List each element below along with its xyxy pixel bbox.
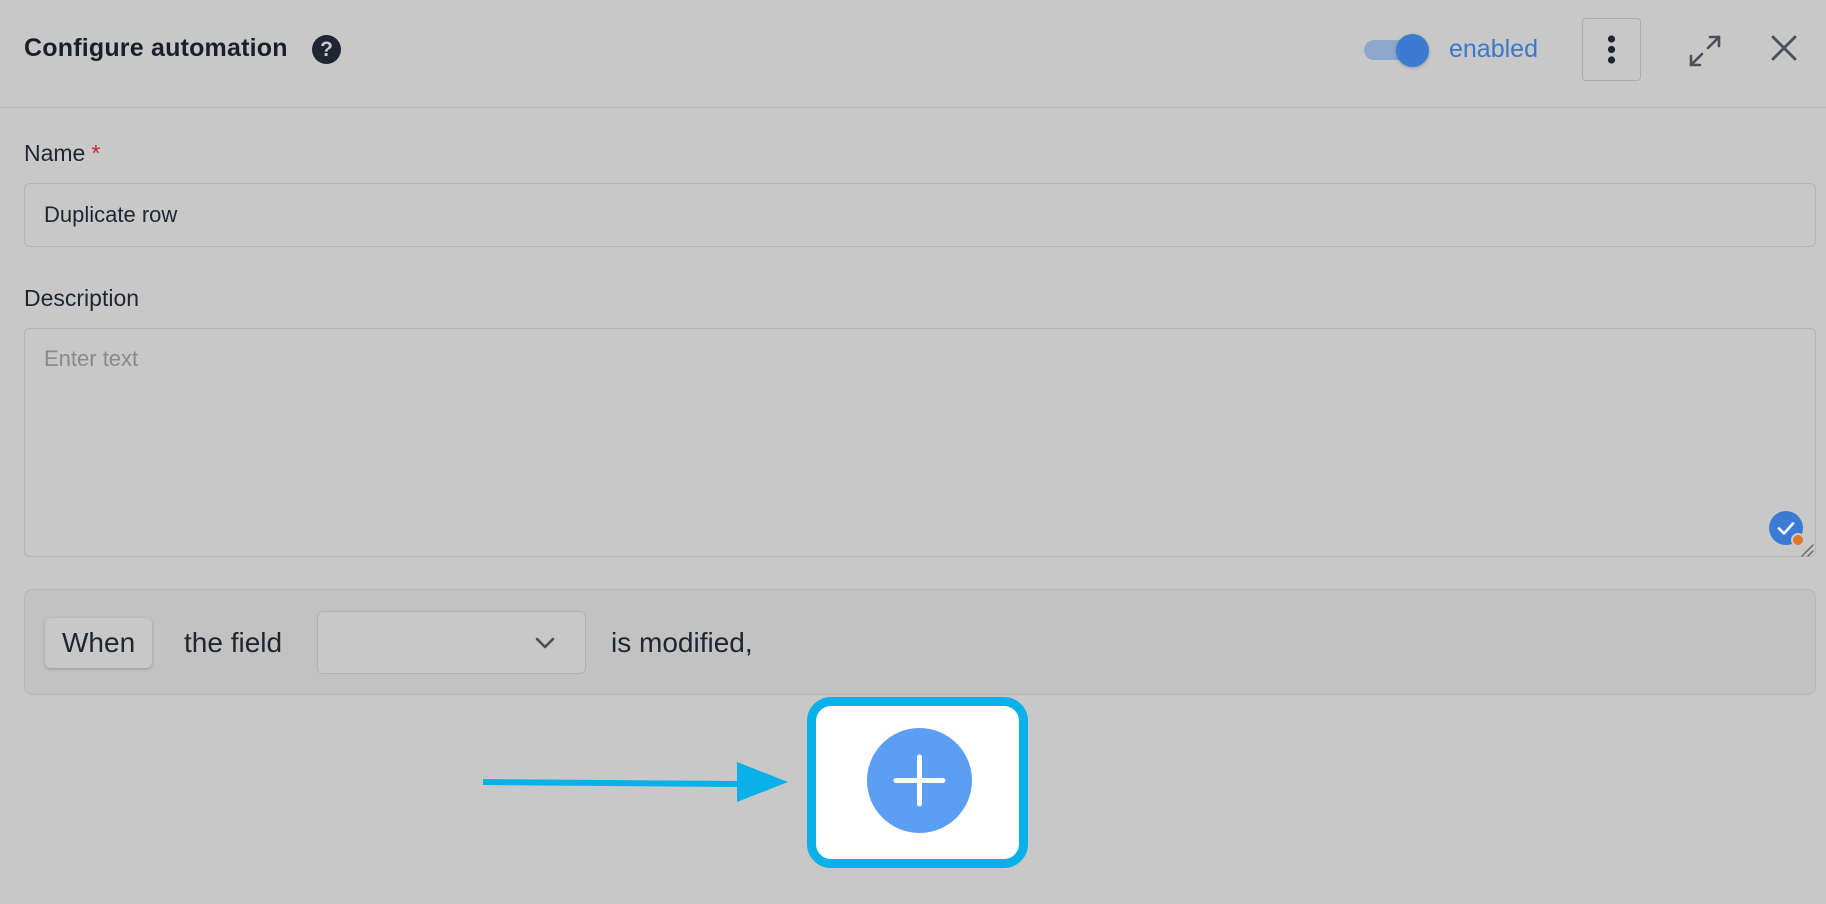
when-chip[interactable]: When (45, 618, 153, 668)
close-icon (1771, 35, 1797, 61)
toggle-status-label[interactable]: enabled (1449, 35, 1538, 64)
dialog-header: Configure automation ? enabled (0, 0, 1826, 108)
field-select-dropdown[interactable] (317, 611, 586, 674)
annotation-arrow-icon (483, 762, 788, 802)
resize-handle-icon[interactable] (1800, 543, 1814, 557)
name-label-text: Name (24, 140, 86, 166)
name-label: Name * (24, 140, 100, 167)
plus-icon (893, 754, 946, 807)
name-input[interactable] (24, 183, 1816, 247)
required-marker: * (91, 140, 101, 166)
more-options-button[interactable] (1582, 18, 1641, 81)
dialog-title: Configure automation (24, 34, 288, 62)
trigger-field-suffix: is modified, (611, 627, 753, 658)
description-textarea[interactable] (24, 328, 1816, 557)
enabled-toggle[interactable] (1364, 34, 1429, 67)
question-circle-icon[interactable]: ? (312, 35, 341, 64)
toggle-knob (1396, 34, 1429, 67)
description-label: Description (24, 285, 140, 311)
vertical-dots-icon (1607, 35, 1616, 64)
chevron-down-icon (535, 637, 555, 649)
grammar-check-icon[interactable] (1769, 511, 1805, 547)
trigger-panel: When the field is modified, (24, 589, 1816, 695)
close-button[interactable] (1768, 32, 1800, 64)
expand-button[interactable] (1686, 32, 1724, 70)
expand-icon (1689, 35, 1721, 67)
add-action-button[interactable] (867, 728, 972, 833)
trigger-field-prefix: the field (184, 627, 283, 658)
